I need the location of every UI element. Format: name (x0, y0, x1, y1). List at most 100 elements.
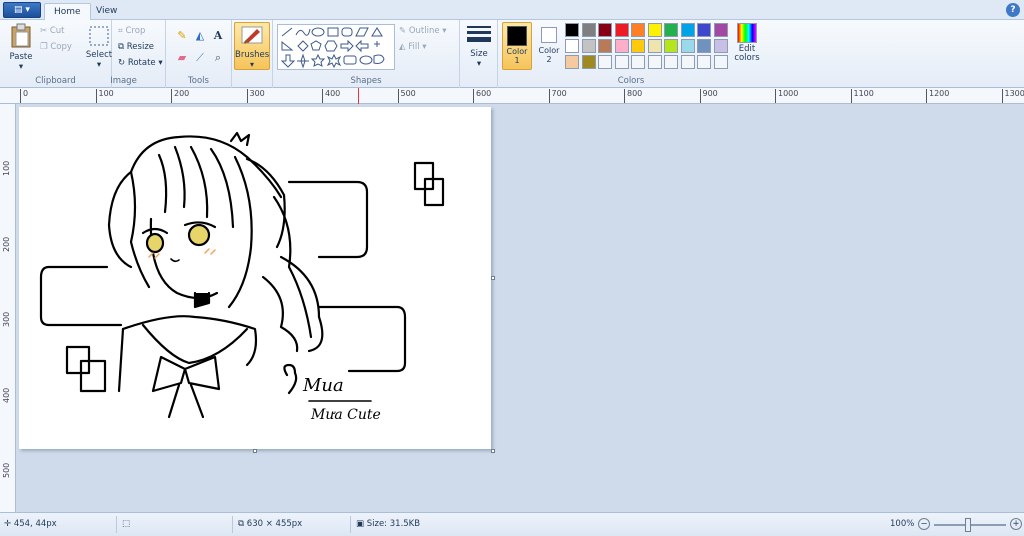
canvas-dimensions: ⧉ 630 × 455px (238, 519, 302, 529)
shapes-group: ✎ Outline ▾ ◭ Fill ▾ Shapes (272, 20, 460, 88)
ruler-tick-label: 100 (2, 160, 11, 176)
brushes-button[interactable]: Brushes ▾ (234, 22, 270, 70)
select-label: Select (85, 50, 113, 60)
rotate-label: Rotate (127, 58, 156, 68)
color-swatch[interactable] (713, 55, 728, 69)
zoom-in-button[interactable]: + (1010, 518, 1022, 530)
cut-button[interactable]: ✂ Cut (40, 26, 64, 36)
color-swatch[interactable] (680, 55, 695, 69)
color1-swatch (507, 26, 527, 46)
rotate-icon: ↻ (118, 58, 126, 68)
color-swatch[interactable] (680, 39, 695, 53)
fill-button[interactable]: ◭ Fill ▾ (399, 42, 427, 52)
color-swatch[interactable] (614, 55, 629, 69)
color-swatch[interactable] (614, 39, 629, 53)
color-swatch[interactable] (565, 23, 579, 37)
color2-button[interactable]: Color 2 (536, 22, 562, 70)
color-swatch[interactable] (631, 23, 645, 37)
text-tool-icon[interactable]: A (210, 28, 226, 44)
color-swatch[interactable] (647, 39, 662, 53)
color-swatch[interactable] (565, 55, 579, 69)
color-swatch[interactable] (697, 23, 711, 37)
color-swatch[interactable] (631, 39, 645, 53)
ruler-tick-label: 300 (246, 89, 265, 103)
ruler-tick-label: 900 (699, 89, 718, 103)
ruler-tick-label: 500 (397, 89, 416, 103)
color-swatch[interactable] (581, 23, 596, 37)
eraser-icon[interactable]: ▰ (174, 50, 190, 66)
ruler-cursor-marker (358, 88, 359, 104)
tab-home[interactable]: Home (44, 3, 91, 20)
ruler-tick-label: 800 (624, 89, 642, 103)
color1-button[interactable]: Color 1 (502, 22, 532, 70)
status-separator (232, 516, 233, 533)
color-swatch[interactable] (647, 55, 662, 69)
ribbon: Paste ▾ ✂ Cut ❐ Copy Clipboard Select ▾ … (0, 20, 1024, 88)
color-swatch[interactable] (631, 55, 645, 69)
color-swatch[interactable] (697, 55, 711, 69)
select-dropdown-icon[interactable]: ▾ (84, 60, 114, 70)
status-bar: ✛ 454, 44px ⬚ ⧉ 630 × 455px ▣ Size: 31.5… (0, 512, 1024, 536)
color-swatch[interactable] (680, 23, 695, 37)
select-button[interactable]: Select ▾ (84, 25, 114, 70)
shapes-gallery[interactable] (277, 24, 395, 70)
zoom-level: 100% (890, 519, 915, 529)
edit-colors-button[interactable]: Edit colors (732, 23, 762, 63)
color-swatch[interactable] (647, 23, 662, 37)
color-swatch[interactable] (581, 39, 596, 53)
signature-text: Mua (302, 375, 344, 396)
brushes-label: Brushes (235, 50, 270, 60)
resize-button[interactable]: ⧉ Resize (118, 42, 154, 52)
vertical-ruler: 100 200 300 400 500 (0, 104, 16, 512)
ruler-tick-label: 0 (20, 89, 28, 103)
ruler-tick-label: 200 (2, 236, 11, 252)
resize-handle-right[interactable] (491, 276, 495, 280)
zoom-out-button[interactable]: − (918, 518, 930, 530)
resize-handle-corner[interactable] (491, 449, 495, 453)
crosshair-icon: ✛ (4, 519, 12, 529)
tab-view[interactable]: View (87, 3, 126, 20)
color-swatch[interactable] (598, 23, 612, 37)
color-swatch[interactable] (565, 39, 579, 53)
resize-handle-bottom[interactable] (253, 449, 257, 453)
copy-button[interactable]: ❐ Copy (40, 42, 72, 52)
paste-button[interactable]: Paste ▾ (4, 23, 38, 73)
color-wheel-icon (737, 23, 757, 43)
color-swatch[interactable] (664, 23, 678, 37)
image-group-label: Image (110, 76, 137, 86)
paint-menu-button[interactable]: ▤ ▾ (3, 2, 41, 18)
size-dropdown-icon[interactable]: ▾ (464, 59, 494, 69)
color-picker-icon[interactable]: ⟋ (192, 50, 208, 66)
cursor-position-text: 454, 44px (13, 519, 57, 529)
help-icon[interactable]: ? (1006, 3, 1020, 17)
color-swatch[interactable] (713, 23, 728, 37)
menu-icon: ▤ ▾ (14, 5, 30, 15)
color-swatch[interactable] (581, 55, 596, 69)
brush-icon (241, 26, 263, 44)
color-swatch[interactable] (713, 39, 728, 53)
zoom-slider-thumb[interactable] (965, 518, 971, 532)
color-swatch[interactable] (664, 39, 678, 53)
magnifier-icon[interactable]: ⌕ (210, 50, 226, 66)
rotate-button[interactable]: ↻ Rotate ▾ (118, 58, 163, 68)
fill-bucket-icon[interactable]: ◭ (192, 28, 208, 44)
drawing-canvas[interactable]: Mua Mưa Cute (19, 107, 495, 453)
color-swatch[interactable] (664, 55, 678, 69)
color-swatch[interactable] (697, 39, 711, 53)
size-group: Size ▾ (460, 20, 498, 88)
cut-label: Cut (49, 26, 65, 36)
ruler-tick-label: 700 (548, 89, 567, 103)
crop-button[interactable]: ⌗ Crop (118, 26, 145, 36)
color-swatch[interactable] (614, 23, 629, 37)
brushes-dropdown-icon[interactable]: ▾ (235, 60, 269, 69)
paste-dropdown-icon[interactable]: ▾ (4, 62, 38, 72)
color-palette (565, 23, 731, 75)
color-swatch[interactable] (598, 55, 612, 69)
size-label: Size (470, 49, 488, 59)
outline-button[interactable]: ✎ Outline ▾ (399, 26, 447, 36)
colors-group: Color 1 Color 2 Edit colors Colors (498, 20, 764, 88)
file-size-text: Size: 31.5KB (366, 519, 421, 529)
size-button[interactable]: Size ▾ (464, 24, 494, 69)
pencil-icon[interactable]: ✎ (174, 28, 190, 44)
color-swatch[interactable] (598, 39, 612, 53)
